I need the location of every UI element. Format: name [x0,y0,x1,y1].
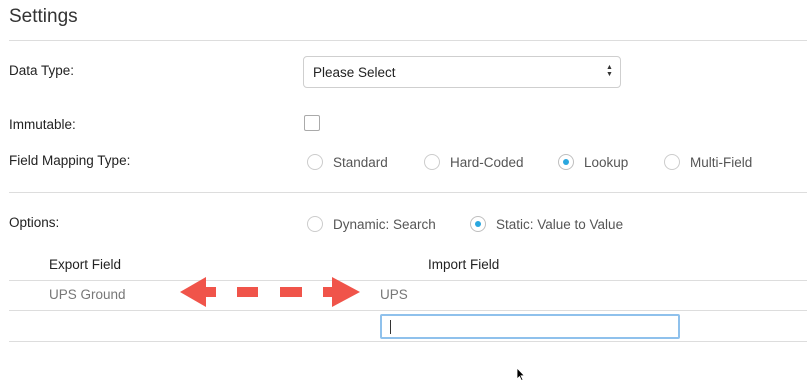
radio-dynamic-search-label: Dynamic: Search [333,216,436,232]
radio-standard[interactable]: Standard [307,152,388,172]
radio-lookup[interactable]: Lookup [558,152,628,172]
immutable-checkbox[interactable] [304,115,320,131]
import-field-cell: UPS [380,287,408,302]
radio-static-value-circle[interactable] [470,216,486,232]
radio-static-value-label: Static: Value to Value [496,216,624,232]
radio-static-value[interactable]: Static: Value to Value [470,214,623,234]
data-type-label: Data Type: [9,63,75,78]
select-arrows-icon: ▲ ▼ [606,64,613,78]
radio-dynamic-search-circle[interactable] [307,216,323,232]
table-header-divider [9,280,807,281]
table-bottom-divider [9,341,807,342]
radio-standard-label: Standard [333,154,388,170]
radio-multi-field-label: Multi-Field [690,154,753,170]
radio-multi-field[interactable]: Multi-Field [664,152,752,172]
table-row-divider [9,310,807,311]
field-mapping-type-label: Field Mapping Type: [9,153,131,168]
immutable-label: Immutable: [9,117,76,132]
export-field-header: Export Field [49,257,122,272]
radio-dynamic-search[interactable]: Dynamic: Search [307,214,436,234]
export-field-cell: UPS Ground [49,287,126,302]
radio-standard-circle[interactable] [307,154,323,170]
mapping-divider [9,192,807,193]
double-arrow-icon [180,277,360,307]
radio-hard-coded-circle[interactable] [424,154,440,170]
mouse-cursor-icon [516,368,526,381]
options-label: Options: [9,215,60,230]
text-caret [390,320,391,334]
radio-multi-field-circle[interactable] [664,154,680,170]
data-type-select[interactable]: Please Select ▲ ▼ [303,56,621,88]
import-field-header: Import Field [428,257,500,272]
radio-lookup-label: Lookup [584,154,629,170]
data-type-selected-value: Please Select [313,65,396,80]
settings-title: Settings [9,6,78,27]
radio-lookup-circle[interactable] [558,154,574,170]
title-divider [9,40,807,41]
radio-hard-coded[interactable]: Hard-Coded [424,152,524,172]
new-import-field-input[interactable] [380,314,680,339]
radio-hard-coded-label: Hard-Coded [450,154,524,170]
